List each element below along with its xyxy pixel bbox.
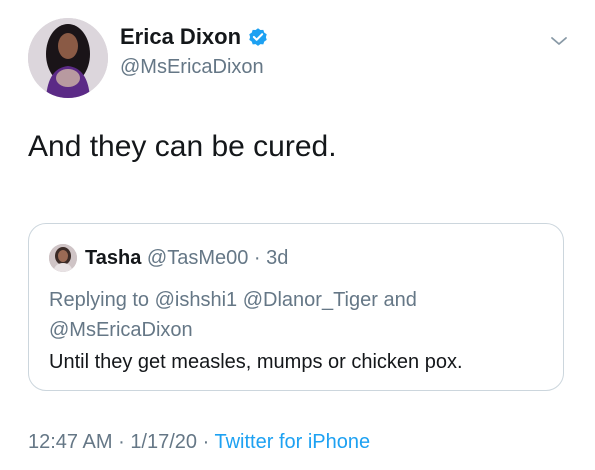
- tweet-meta: 12:47 AM · 1/17/20 · Twitter for iPhone: [28, 431, 370, 454]
- reply-mentions-line2[interactable]: @MsEricaDixon: [49, 319, 193, 341]
- replying-to-label: Replying to: [49, 289, 150, 311]
- tweet-text: And they can be cured.: [28, 130, 337, 163]
- tweet-source-link[interactable]: Twitter for iPhone: [214, 431, 370, 453]
- tweet-time[interactable]: 12:47 AM: [28, 431, 113, 453]
- chevron-down-icon[interactable]: [549, 34, 569, 48]
- quoted-tweet-card[interactable]: Tasha @TasMe00 · 3d Replying to @ishshi1…: [28, 223, 564, 391]
- reply-mentions-line1[interactable]: @ishshi1 @Dlanor_Tiger and: [155, 289, 417, 311]
- author-name[interactable]: Erica Dixon: [120, 24, 241, 50]
- quoted-replying-to: Replying to @ishshi1 @Dlanor_Tiger and @…: [49, 285, 417, 345]
- author-avatar[interactable]: [28, 18, 108, 98]
- author-name-row: Erica Dixon: [120, 24, 269, 50]
- quoted-author-name[interactable]: Tasha: [85, 247, 141, 269]
- quoted-author-avatar-image: [49, 244, 77, 272]
- quoted-author-handle[interactable]: @TasMe00: [147, 247, 248, 269]
- meta-separator-2: ·: [202, 431, 210, 453]
- quoted-header-separator: ·: [253, 247, 261, 269]
- meta-separator-1: ·: [118, 431, 125, 453]
- verified-badge-icon: [249, 28, 267, 46]
- tweet-date[interactable]: 1/17/20: [130, 431, 197, 453]
- quoted-tweet-text: Until they get measles, mumps or chicken…: [49, 351, 463, 373]
- author-avatar-image: [28, 18, 108, 98]
- quoted-tweet-header: Tasha @TasMe00 · 3d: [85, 247, 288, 270]
- quoted-author-avatar[interactable]: [49, 244, 77, 272]
- quoted-tweet-time: 3d: [266, 247, 289, 269]
- author-handle[interactable]: @MsEricaDixon: [120, 56, 264, 79]
